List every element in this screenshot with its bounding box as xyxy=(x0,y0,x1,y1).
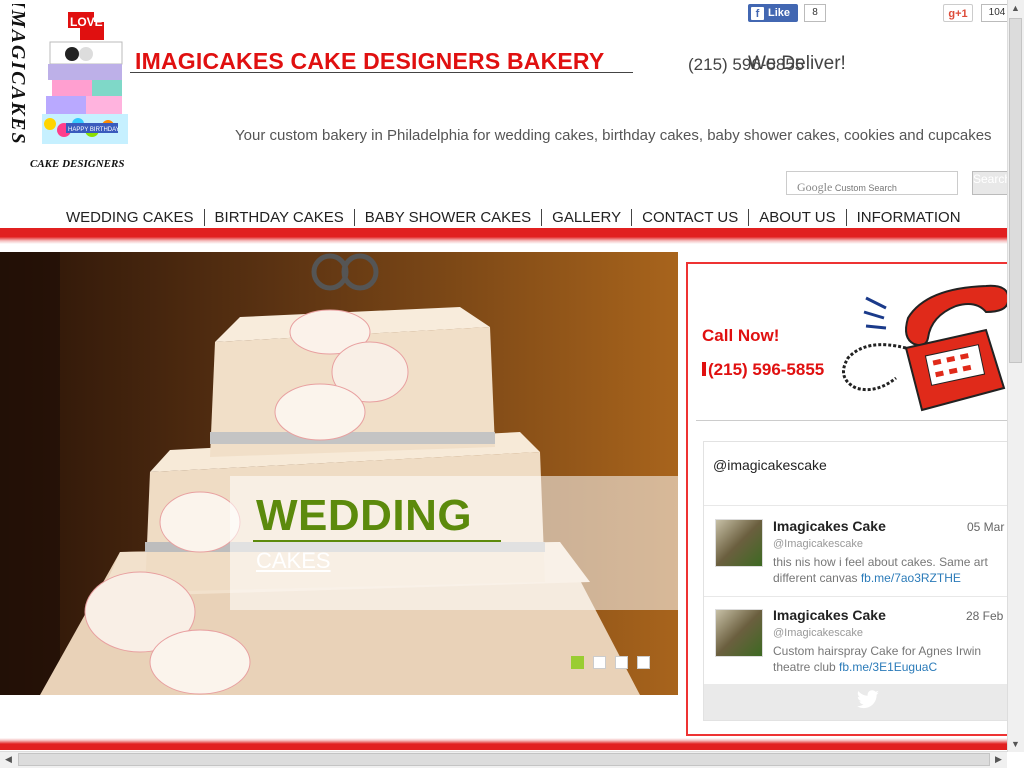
tweet-separator xyxy=(704,596,1024,597)
sidebar-divider xyxy=(696,420,1024,421)
tagline: Your custom bakery in Philadelphia for w… xyxy=(235,127,992,144)
nav-contact-us[interactable]: CONTACT US xyxy=(632,209,748,226)
facebook-like-label: Like xyxy=(768,7,791,19)
slider-dot-1[interactable] xyxy=(571,656,584,669)
nav-birthday-cakes[interactable]: BIRTHDAY CAKES xyxy=(205,209,354,226)
delivery-notice: We Deliver! xyxy=(748,53,846,74)
facebook-like-button[interactable]: f Like xyxy=(748,4,798,22)
scroll-right-arrow-icon[interactable]: ▶ xyxy=(991,754,1006,765)
tweet-link[interactable]: fb.me/7ao3RZTHE xyxy=(861,571,961,585)
tweet-text: Custom hairspray Cake for Agnes Irwin th… xyxy=(773,643,1013,675)
facebook-like-count: 8 xyxy=(804,4,826,22)
tweet-avatar[interactable] xyxy=(715,519,763,567)
tweet-author-name[interactable]: Imagicakes Cake xyxy=(773,607,886,623)
site-title[interactable]: IMAGICAKES CAKE DESIGNERS BAKERY xyxy=(135,48,604,75)
nav-gallery[interactable]: GALLERY xyxy=(542,209,631,226)
slider-caption-title[interactable]: WEDDING xyxy=(256,491,472,541)
search-watermark: Google Custom Search xyxy=(797,180,897,195)
scroll-down-arrow-icon[interactable]: ▼ xyxy=(1008,739,1023,749)
main-nav: WEDDING CAKES BIRTHDAY CAKES BABY SHOWER… xyxy=(56,207,971,227)
tweet-avatar[interactable] xyxy=(715,609,763,657)
logo-cake-text: HAPPY BIRTHDAY xyxy=(68,127,120,133)
slider-dot-3[interactable] xyxy=(615,656,628,669)
logo-bottom-text: CAKE DESIGNERS xyxy=(30,158,124,170)
vertical-scroll-thumb[interactable] xyxy=(1009,18,1022,363)
telephone-icon xyxy=(842,283,1018,412)
call-now-label: Call Now! xyxy=(702,326,780,345)
scroll-up-arrow-icon[interactable]: ▲ xyxy=(1008,3,1023,13)
slider-dot-2[interactable] xyxy=(593,656,606,669)
twitter-handle[interactable]: @imagicakescake xyxy=(713,457,827,473)
footer-red-band xyxy=(0,738,1024,750)
tweet-separator xyxy=(704,505,1024,506)
google-plus-button[interactable]: g+1 xyxy=(943,4,973,22)
sidebar-phone-number: (215) 596-5855 xyxy=(708,360,825,379)
logo-topper-text: LOVE xyxy=(70,15,103,29)
google-plus-label: +1 xyxy=(955,8,968,20)
tweet-date[interactable]: 05 Mar xyxy=(967,520,1004,534)
slider-caption-underline xyxy=(253,540,501,542)
header-red-band xyxy=(0,228,1024,244)
slider-caption-link[interactable]: CAKES xyxy=(256,548,331,574)
google-brand: Google xyxy=(797,180,833,194)
search-watermark-label: Custom Search xyxy=(834,183,897,193)
title-underline xyxy=(130,72,633,73)
tweet-username[interactable]: @Imagicakescake xyxy=(773,627,863,639)
nav-wedding-cakes[interactable]: WEDDING CAKES xyxy=(56,209,204,226)
nav-baby-shower-cakes[interactable]: BABY SHOWER CAKES xyxy=(355,209,541,226)
nav-about-us[interactable]: ABOUT US xyxy=(749,209,845,226)
slider-image[interactable] xyxy=(0,252,678,695)
horizontal-scroll-thumb[interactable] xyxy=(18,753,990,766)
logo[interactable]: IMAGICAKES LOVE HAPPY BIRTHDAY CAKE DESI… xyxy=(8,4,150,172)
tweet-username[interactable]: @Imagicakescake xyxy=(773,538,863,550)
sidebar-phone[interactable]: (215) 596-5855 xyxy=(702,360,824,380)
scroll-left-arrow-icon[interactable]: ◀ xyxy=(1,754,16,765)
tweet-link[interactable]: fb.me/3E1EuguaC xyxy=(839,660,937,674)
tweet-author-name[interactable]: Imagicakes Cake xyxy=(773,518,886,534)
twitter-bird-icon[interactable] xyxy=(856,689,880,711)
tweet-text: this nis how i feel about cakes. Same ar… xyxy=(773,554,1013,586)
facebook-icon: f xyxy=(751,6,764,20)
nav-information[interactable]: INFORMATION xyxy=(847,209,971,226)
slider-dot-4[interactable] xyxy=(637,656,650,669)
phone-bar-icon xyxy=(702,362,706,376)
logo-vertical-text: IMAGICAKES xyxy=(8,4,29,146)
tweet-date[interactable]: 28 Feb xyxy=(966,609,1003,623)
